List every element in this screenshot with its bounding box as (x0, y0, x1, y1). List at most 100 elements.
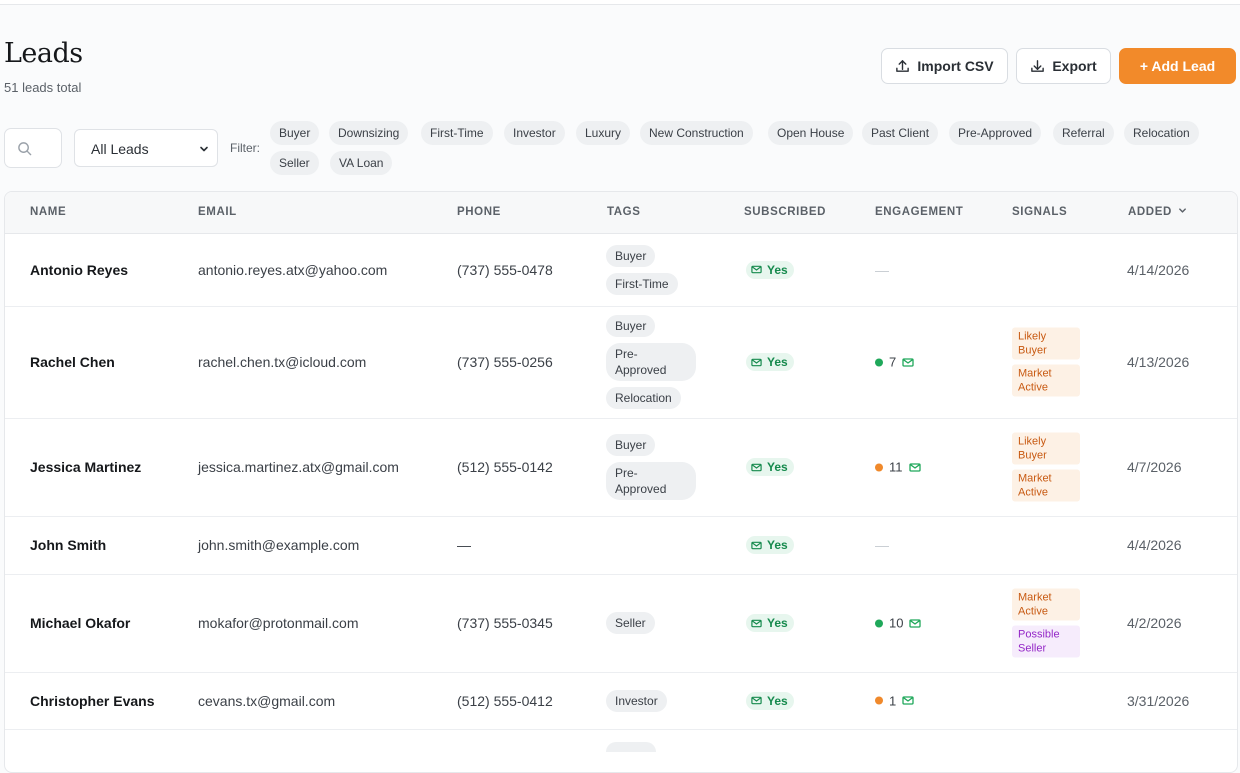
column-header-subscribed[interactable]: SUBSCRIBED (744, 206, 826, 218)
filter-chip[interactable]: Luxury (576, 121, 631, 145)
signal-badge: Market Active (1012, 364, 1080, 397)
tag: Investor (606, 689, 667, 712)
engagement-empty: — (875, 261, 889, 278)
export-button[interactable]: Export (1016, 48, 1111, 84)
filter-chip[interactable]: VA Loan (330, 151, 393, 175)
table-row[interactable]: Antonio Reyes antonio.reyes.atx@yahoo.co… (5, 233, 1237, 307)
lead-name[interactable]: Michael Okafor (30, 615, 130, 631)
filter-chip[interactable]: Seller (270, 151, 319, 175)
subscribed-value: Yes (767, 262, 788, 277)
tag: Buyer (606, 315, 656, 337)
upload-icon (896, 59, 910, 72)
lead-phone: (737) 555-0256 (457, 354, 553, 370)
filter-chip[interactable]: Investor (504, 121, 565, 145)
engagement-score: 11 (889, 459, 903, 475)
subscribed-value: Yes (767, 538, 788, 552)
lead-email: cevans.tx@gmail.com (198, 692, 336, 709)
lead-signals: Likely Buyer Market Active (1012, 327, 1080, 397)
filter-chip[interactable]: Downsizing (329, 121, 409, 145)
filter-chip[interactable]: Relocation (1124, 121, 1199, 145)
table-row[interactable]: Rachel Chen rachel.chen.tx@icloud.com (7… (5, 306, 1237, 419)
engagement-dot (875, 696, 883, 705)
filter-label: Filter: (230, 141, 260, 155)
column-header-name[interactable]: NAME (30, 206, 66, 218)
column-header-tags[interactable]: TAGS (607, 206, 641, 218)
mail-icon (751, 619, 762, 627)
signal-badge: Market Active (1012, 469, 1080, 502)
filter-chip[interactable]: First-Time (421, 121, 493, 145)
subscribed-value: Yes (767, 693, 788, 708)
filter-chip[interactable]: Referral (1053, 121, 1114, 145)
download-icon (1031, 59, 1045, 72)
column-header-signals[interactable]: SIGNALS (1012, 206, 1067, 218)
filter-chip[interactable]: Open House (768, 121, 854, 145)
search-input[interactable] (4, 128, 62, 168)
mail-icon (751, 463, 762, 471)
table-row[interactable]: Jessica Martinez jessica.martinez.atx@gm… (5, 418, 1237, 517)
engagement-score: 1 (889, 693, 897, 708)
engagement-dot (875, 358, 883, 366)
lead-phone: (737) 555-0478 (457, 261, 553, 278)
filter-chip[interactable]: Buyer (270, 121, 320, 145)
lead-email: rachel.chen.tx@icloud.com (198, 354, 367, 370)
column-header-added[interactable]: ADDED (1128, 206, 1187, 218)
mail-icon (902, 357, 914, 367)
filter-chip[interactable]: Pre-Approved (949, 121, 1042, 145)
page-title: Leads (4, 38, 83, 69)
table-row[interactable] (5, 729, 1237, 772)
engagement: 10 (875, 615, 922, 631)
chevron-down-icon (200, 146, 208, 152)
signal-badge: Possible Seller (1012, 625, 1080, 658)
mail-icon (751, 265, 762, 274)
engagement-empty: — (875, 537, 889, 553)
add-lead-label: + Add Lead (1139, 58, 1216, 74)
subscribed-badge: Yes (746, 536, 794, 554)
tag: Buyer (606, 244, 656, 267)
lead-name[interactable]: Christopher Evans (30, 693, 154, 709)
column-header-email[interactable]: EMAIL (198, 206, 237, 218)
import-csv-label: Import CSV (917, 58, 994, 74)
tag: Pre-Approved (606, 343, 696, 381)
engagement-dot (875, 463, 883, 471)
lead-name[interactable]: Jessica Martinez (30, 459, 141, 475)
add-lead-button[interactable]: + Add Lead (1119, 48, 1236, 84)
engagement-score: 10 (889, 615, 904, 631)
mail-icon (751, 541, 762, 549)
subscribed-badge: Yes (746, 353, 794, 371)
table-row[interactable]: Christopher Evans cevans.tx@gmail.com (5… (5, 672, 1237, 730)
lead-name[interactable]: John Smith (30, 537, 106, 553)
lead-filter-value: All Leads (91, 141, 149, 157)
leads-table: NAME EMAIL PHONE TAGS SUBSCRIBED ENGAGEM… (4, 191, 1238, 773)
lead-tags: Investor (606, 689, 667, 712)
lead-added-date: 3/31/2026 (1127, 692, 1190, 709)
top-bar (0, 0, 1240, 5)
tag: Buyer (606, 434, 656, 456)
engagement: 11 (875, 460, 921, 475)
signal-badge: Market Active (1012, 588, 1080, 621)
table-row[interactable]: John Smith john.smith@example.com — Yes … (5, 516, 1237, 575)
sort-chevron-down-icon (1178, 208, 1186, 213)
column-header-added-label: ADDED (1128, 206, 1172, 218)
import-csv-button[interactable]: Import CSV (881, 48, 1008, 84)
mail-icon (902, 696, 914, 705)
filter-chip[interactable]: New Construction (640, 121, 753, 145)
lead-name[interactable]: Rachel Chen (30, 354, 115, 370)
search-icon (18, 142, 32, 156)
tag: Relocation (606, 387, 681, 409)
lead-email: john.smith@example.com (198, 537, 360, 553)
lead-filter-select[interactable]: All Leads (74, 129, 218, 167)
lead-name[interactable]: Antonio Reyes (30, 262, 128, 278)
filter-chip[interactable]: Past Client (862, 121, 939, 145)
column-header-engagement[interactable]: ENGAGEMENT (875, 206, 963, 218)
table-row[interactable]: Michael Okafor mokafor@protonmail.com (7… (5, 574, 1237, 673)
subscribed-badge: Yes (746, 260, 794, 279)
lead-tags: Seller (606, 612, 655, 634)
tag: Pre-Approved (606, 462, 696, 500)
table-header: NAME EMAIL PHONE TAGS SUBSCRIBED ENGAGEM… (5, 192, 1237, 234)
subscribed-value: Yes (767, 355, 788, 369)
mail-icon (751, 696, 762, 705)
tag: Seller (606, 612, 655, 634)
column-header-phone[interactable]: PHONE (457, 206, 501, 218)
engagement: 7 (875, 355, 914, 370)
mail-icon (751, 358, 762, 366)
